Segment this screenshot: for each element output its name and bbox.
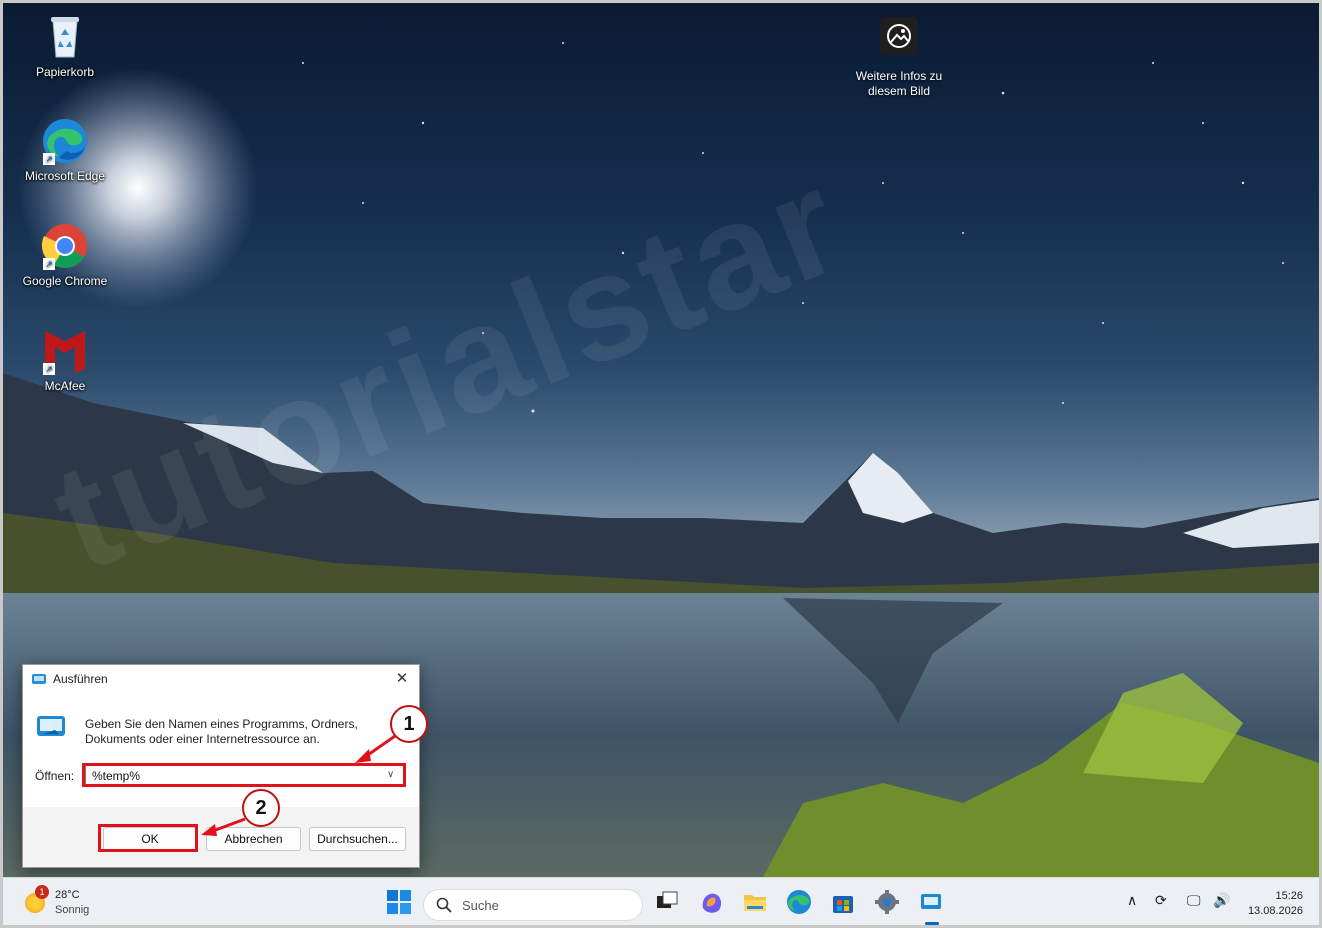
taskbar: 1 28°C Sonnig Suche ∧ ⟳ 🖵 🔊 15:26 13.08.… (3, 877, 1319, 925)
volume-icon[interactable]: 🔊 (1213, 892, 1230, 909)
store-icon[interactable] (829, 888, 857, 916)
settings-icon[interactable] (873, 888, 901, 916)
sun-icon: 1 (25, 885, 49, 913)
weather-temp: 28°C (55, 889, 80, 901)
edge-taskbar-icon[interactable] (785, 888, 813, 916)
clock-time: 15:26 (1275, 890, 1303, 902)
run-taskbar-icon[interactable] (917, 888, 945, 916)
active-app-indicator (925, 922, 939, 925)
weather-widget[interactable]: 1 28°C Sonnig (25, 885, 90, 918)
callout-step-1: 1 (390, 705, 428, 743)
start-icon[interactable] (385, 888, 413, 916)
callout-step-2: 2 (242, 789, 280, 827)
search-icon (436, 897, 452, 913)
network-icon[interactable]: 🖵 (1187, 892, 1201, 909)
annotation-arrows (201, 734, 396, 836)
sync-icon[interactable]: ⟳ (1155, 892, 1167, 909)
search-placeholder: Suche (462, 897, 499, 913)
copilot-icon[interactable] (697, 888, 725, 916)
chevron-up-icon[interactable]: ∧ (1127, 892, 1137, 909)
weather-condition: Sonnig (55, 904, 90, 916)
search-box[interactable]: Suche (423, 889, 643, 921)
clock-date: 13.08.2026 (1247, 905, 1303, 917)
clock[interactable]: 15:26 13.08.2026 (1248, 889, 1303, 919)
screen: tutorialstar Papierkorb ↗ Microsoft Edge (0, 0, 1322, 928)
task-view-icon[interactable] (653, 888, 681, 916)
notification-badge: 1 (35, 885, 49, 899)
file-explorer-icon[interactable] (741, 888, 769, 916)
